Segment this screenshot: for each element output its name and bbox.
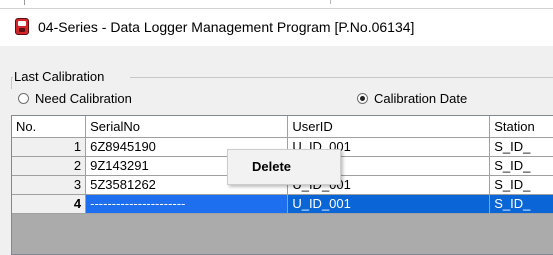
edge-tick (330, 0, 331, 4)
delete-menu-item[interactable]: Delete (252, 159, 291, 174)
station-cell[interactable]: S_ID_ (489, 194, 553, 214)
row-number: 2 (12, 156, 87, 176)
group-border (11, 77, 12, 89)
context-menu: Delete (227, 149, 341, 185)
serial-cell[interactable]: ---------------------- (85, 194, 289, 214)
column-header-station[interactable]: Station (489, 116, 553, 138)
need-calibration-radio[interactable]: Need Calibration (18, 89, 132, 107)
radio-label: Calibration Date (374, 90, 468, 106)
radio-checked-icon (357, 92, 368, 104)
station-cell[interactable]: S_ID_ (489, 137, 553, 157)
column-header-no[interactable]: No. (12, 116, 87, 138)
calibration-date-radio[interactable]: Calibration Date (357, 89, 467, 107)
red-logger-icon (15, 18, 29, 35)
radio-unchecked-icon (18, 92, 29, 104)
column-header-serialno[interactable]: SerialNo (85, 116, 289, 138)
table-header: No. SerialNo UserID Station (12, 116, 553, 138)
logger-table[interactable]: No. SerialNo UserID Station 1 6Z8945190 … (11, 115, 553, 255)
table-row-selected[interactable]: 4 ---------------------- U_ID_001 S_ID_ (12, 194, 553, 214)
title-bar[interactable]: 04-Series - Data Logger Management Progr… (0, 8, 553, 46)
window-top-edge (0, 0, 553, 8)
column-header-userid[interactable]: UserID (287, 116, 491, 138)
row-number: 1 (12, 137, 87, 157)
radio-label: Need Calibration (35, 90, 132, 106)
group-label: Last Calibration (13, 69, 106, 84)
station-cell[interactable]: S_ID_ (489, 175, 553, 195)
station-cell[interactable]: S_ID_ (489, 156, 553, 176)
row-number: 3 (12, 175, 87, 195)
userid-cell[interactable]: U_ID_001 (287, 194, 491, 214)
group-border (130, 77, 553, 78)
edge-tick (24, 0, 25, 5)
window-title: 04-Series - Data Logger Management Progr… (38, 19, 415, 35)
row-number: 4 (12, 194, 87, 214)
